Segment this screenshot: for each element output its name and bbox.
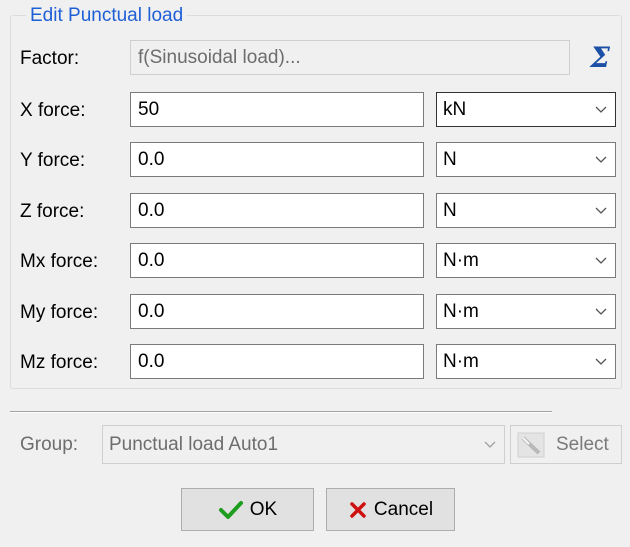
group-select[interactable]: Punctual load Auto1 <box>102 425 505 464</box>
cross-icon <box>350 501 366 518</box>
factor-label: Factor: <box>20 48 80 69</box>
my-force-input[interactable]: 0.0 <box>130 294 424 329</box>
separator-line <box>10 411 552 413</box>
z-force-unit-select[interactable]: N <box>436 193 616 228</box>
chevron-down-icon <box>595 106 607 113</box>
z-force-row: Z force: 0.0 N <box>20 193 620 230</box>
groupbox-title: Edit Punctual load <box>26 5 188 27</box>
x-force-row: X force: 50 kN <box>20 92 620 129</box>
z-force-unit-value: N <box>443 200 457 221</box>
x-force-unit-select[interactable]: kN <box>436 92 616 127</box>
factor-field[interactable]: f(Sinusoidal load)... <box>130 40 570 75</box>
y-force-row: Y force: 0.0 N <box>20 142 620 179</box>
x-force-label: X force: <box>20 100 86 121</box>
y-force-unit-select[interactable]: N <box>436 142 616 177</box>
mx-force-label: Mx force: <box>20 251 99 272</box>
chevron-down-icon <box>595 156 607 163</box>
y-force-label: Y force: <box>20 150 86 171</box>
select-button-label: Select <box>556 434 609 455</box>
mx-force-unit-select[interactable]: N·m <box>436 243 616 278</box>
cancel-button-label: Cancel <box>373 498 434 520</box>
mz-force-row: Mz force: 0.0 N·m <box>20 344 620 381</box>
group-label: Group: <box>20 434 79 455</box>
ok-button-label: OK <box>249 498 278 520</box>
ok-button[interactable]: OK <box>181 488 314 531</box>
mz-force-unit-value: N·m <box>443 351 479 372</box>
mz-force-unit-select[interactable]: N·m <box>436 344 616 379</box>
my-force-unit-select[interactable]: N·m <box>436 294 616 329</box>
chevron-down-icon <box>595 257 607 264</box>
mz-force-label: Mz force: <box>20 352 99 373</box>
chevron-down-icon <box>595 207 607 214</box>
my-force-label: My force: <box>20 302 99 323</box>
mz-force-input[interactable]: 0.0 <box>130 344 424 379</box>
z-force-input[interactable]: 0.0 <box>130 193 424 228</box>
group-select-value: Punctual load Auto1 <box>109 434 279 455</box>
sigma-icon[interactable]: Σ <box>584 40 616 75</box>
z-force-label: Z force: <box>20 201 85 222</box>
my-force-row: My force: 0.0 N·m <box>20 294 620 331</box>
x-force-input[interactable]: 50 <box>130 92 424 127</box>
factor-row: Factor: f(Sinusoidal load)... Σ <box>20 40 620 77</box>
mx-force-unit-value: N·m <box>443 250 479 271</box>
cancel-button[interactable]: Cancel <box>326 488 455 531</box>
y-force-input[interactable]: 0.0 <box>130 142 424 177</box>
chevron-down-icon <box>484 441 496 448</box>
mx-force-row: Mx force: 0.0 N·m <box>20 243 620 280</box>
my-force-unit-value: N·m <box>443 301 479 322</box>
mx-force-input[interactable]: 0.0 <box>130 243 424 278</box>
select-pointer-icon <box>517 432 545 458</box>
checkmark-icon <box>218 500 243 519</box>
chevron-down-icon <box>595 358 607 365</box>
chevron-down-icon <box>595 308 607 315</box>
x-force-unit-value: kN <box>443 99 467 120</box>
y-force-unit-value: N <box>443 149 457 170</box>
select-button[interactable]: Select <box>510 425 622 464</box>
